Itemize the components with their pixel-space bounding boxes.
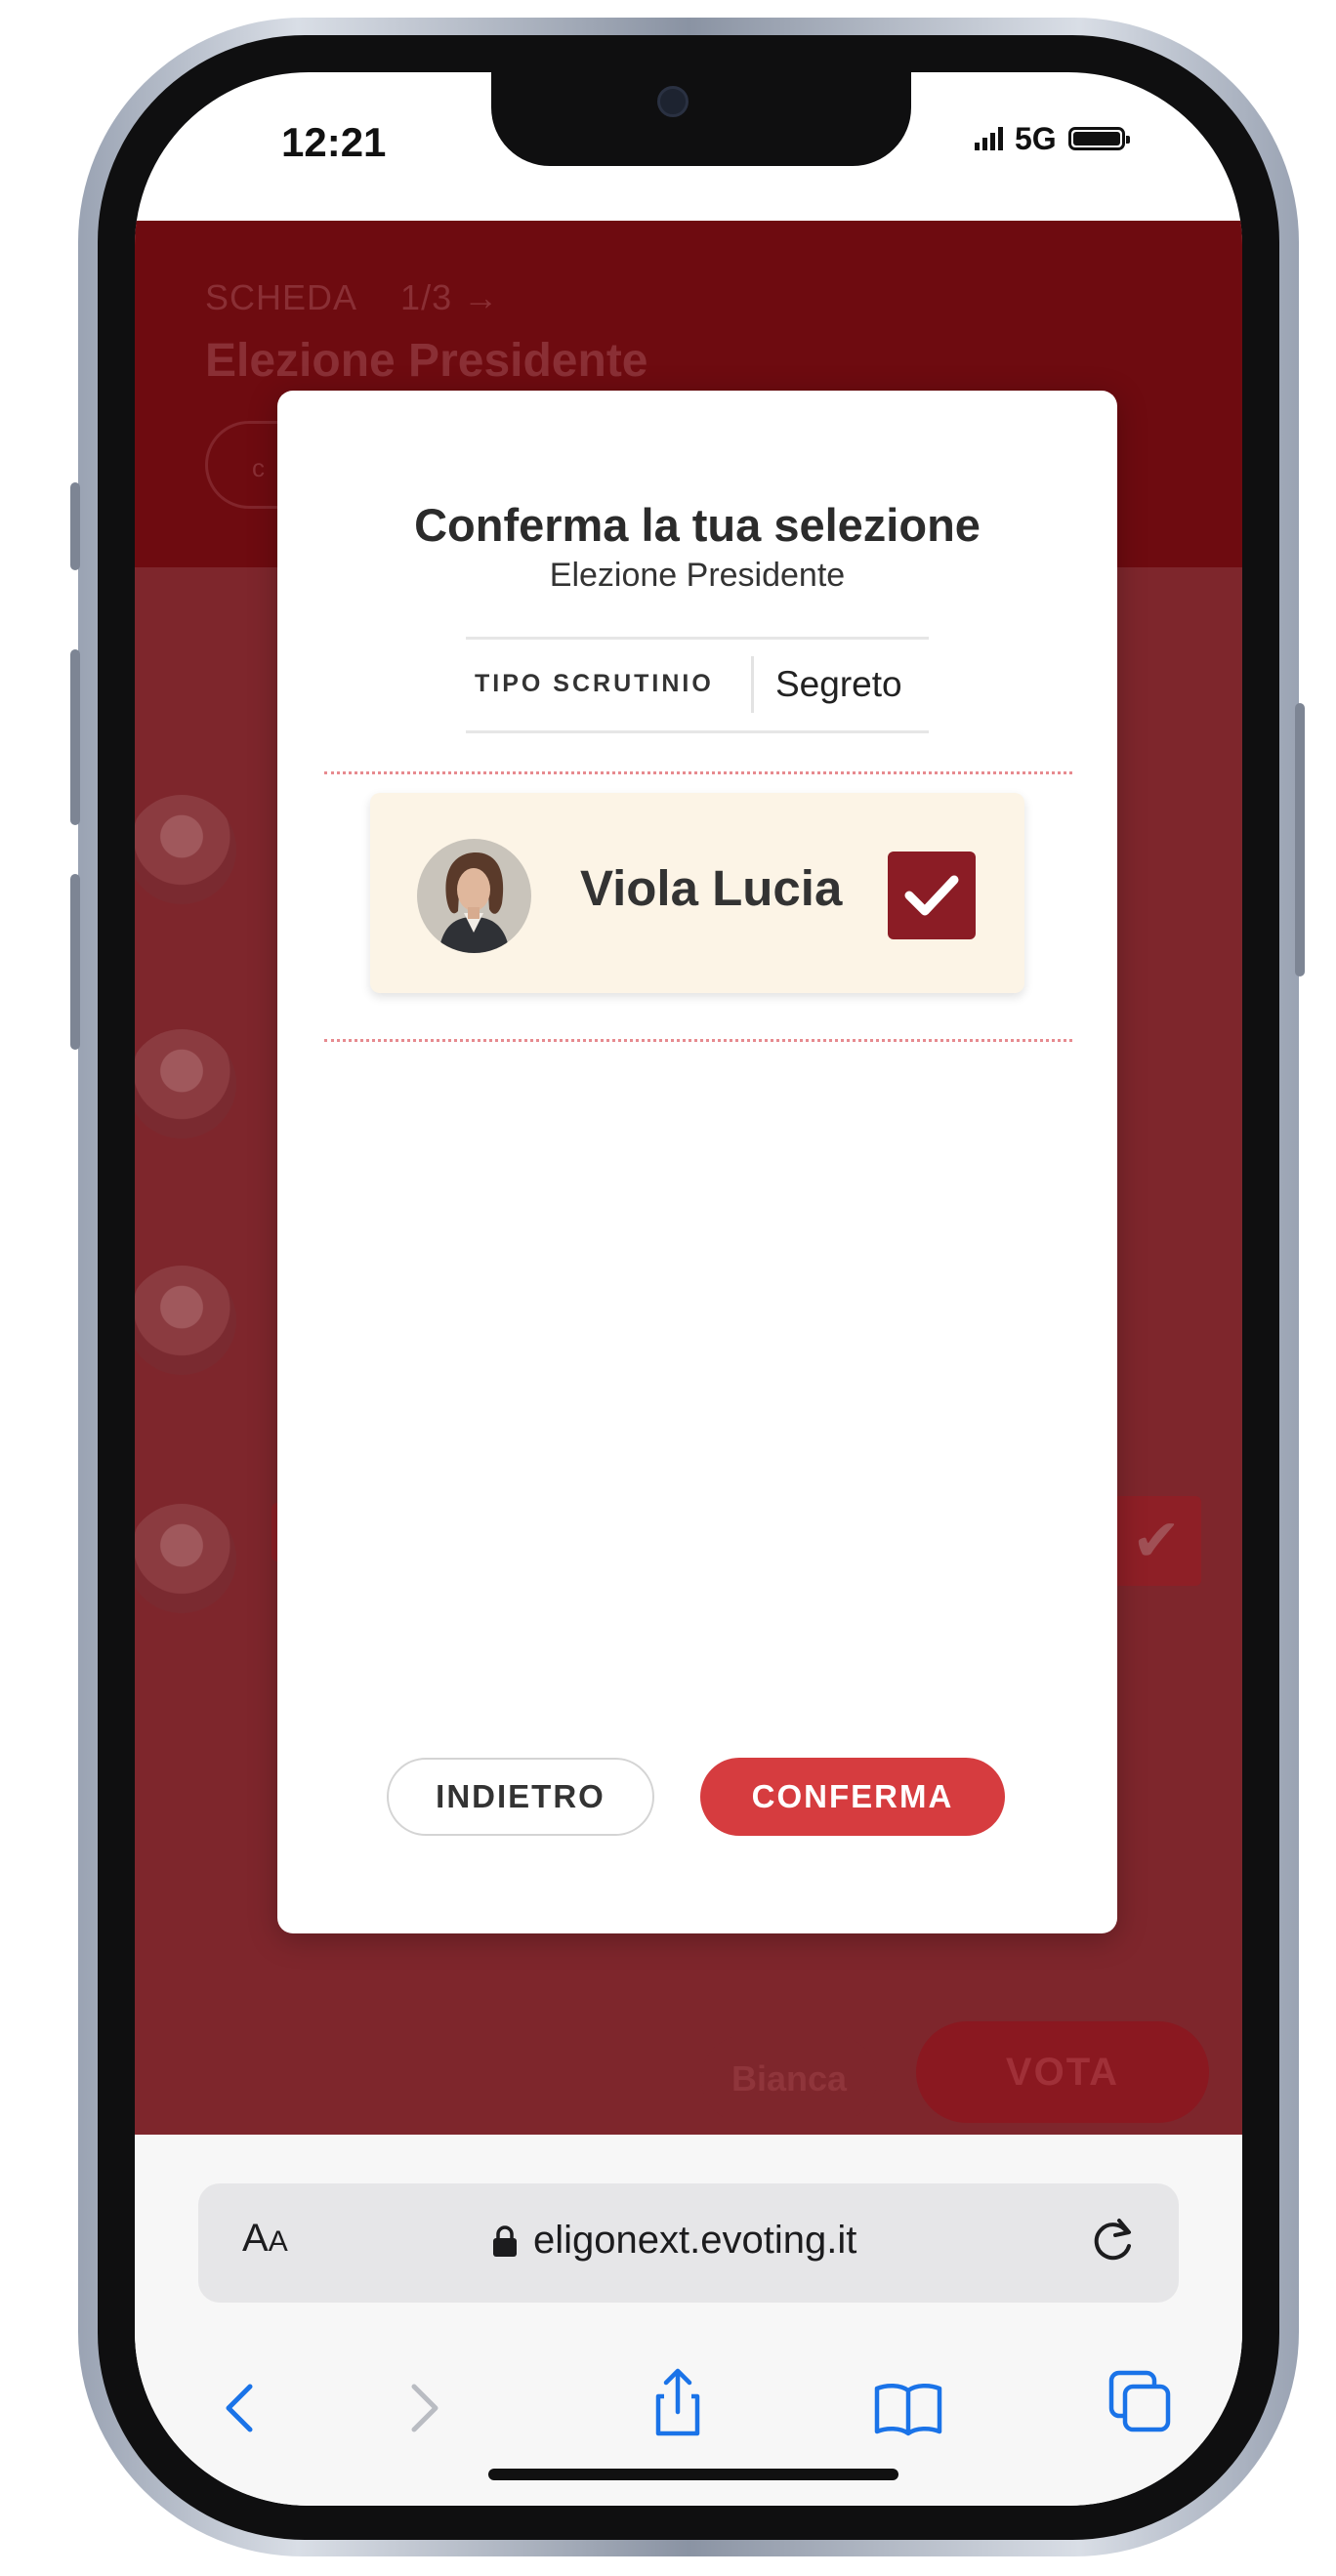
- share-icon[interactable]: [639, 2363, 717, 2441]
- tipo-scrutinio-label: TIPO SCRUTINIO: [475, 670, 714, 697]
- status-indicators: 5G: [975, 119, 1130, 158]
- phone-screen: 12:21 5G SCHEDA 1/3 → Elezione President…: [135, 72, 1242, 2506]
- ballot-kicker: SCHEDA 1/3 →: [205, 277, 499, 318]
- selected-candidate-card: Viola Lucia: [370, 793, 1024, 993]
- phone-volume-up: [70, 649, 80, 825]
- url-display[interactable]: eligonext.evoting.it: [492, 2219, 856, 2263]
- tabs-icon[interactable]: [1102, 2363, 1180, 2441]
- candidate-checkbox[interactable]: [888, 852, 976, 939]
- url-text: eligonext.evoting.it: [533, 2219, 857, 2262]
- candidate-avatar: [417, 839, 531, 953]
- forward-icon[interactable]: [385, 2369, 463, 2447]
- bookmarks-icon[interactable]: [869, 2369, 947, 2447]
- confirm-button[interactable]: CONFERMA: [700, 1758, 1005, 1836]
- tipo-top-rule: [466, 637, 929, 640]
- back-button[interactable]: INDIETRO: [387, 1758, 654, 1836]
- back-icon[interactable]: [201, 2369, 279, 2447]
- ballot-page-indicator: 1/3 →: [400, 277, 500, 317]
- reader-text-size-button[interactable]: AA: [242, 2217, 288, 2261]
- confirm-modal: Conferma la tua selezione Elezione Presi…: [277, 391, 1117, 1933]
- home-indicator: [488, 2469, 898, 2480]
- tipo-bottom-rule: [466, 730, 929, 733]
- header-pill-label: c: [252, 453, 265, 482]
- blank-ballot-button: Bianca: [701, 2035, 877, 2123]
- tipo-scrutinio-value: Segreto: [775, 664, 902, 704]
- selection-bottom-divider: [324, 1039, 1072, 1042]
- reload-icon[interactable]: [1084, 2211, 1143, 2269]
- aa-big: A: [242, 2217, 269, 2260]
- phone-silent-switch: [70, 482, 80, 570]
- selection-top-divider: [324, 771, 1072, 774]
- phone-power-button: [1295, 703, 1305, 976]
- selected-checkbox-bg: ✔: [1111, 1496, 1201, 1586]
- aa-small: A: [268, 2225, 288, 2258]
- lock-icon: [493, 2224, 517, 2257]
- notch: [491, 72, 911, 166]
- tipo-separator: [751, 656, 754, 713]
- network-label: 5G: [1015, 120, 1057, 156]
- ballot-title: Elezione Presidente: [205, 335, 648, 387]
- candidate-portrait-icon: [417, 839, 531, 953]
- battery-icon: [1067, 127, 1130, 150]
- candidate-name: Viola Lucia: [580, 860, 843, 916]
- front-camera: [657, 86, 689, 117]
- check-icon: [904, 875, 959, 916]
- ballot-kicker-label: SCHEDA: [205, 277, 358, 317]
- modal-title: Conferma la tua selezione: [414, 499, 981, 551]
- modal-subtitle: Elezione Presidente: [549, 557, 846, 594]
- signal-icon: [975, 127, 1003, 150]
- phone-volume-down: [70, 874, 80, 1050]
- vote-button: VOTA: [916, 2021, 1209, 2123]
- status-time: 12:21: [281, 119, 387, 165]
